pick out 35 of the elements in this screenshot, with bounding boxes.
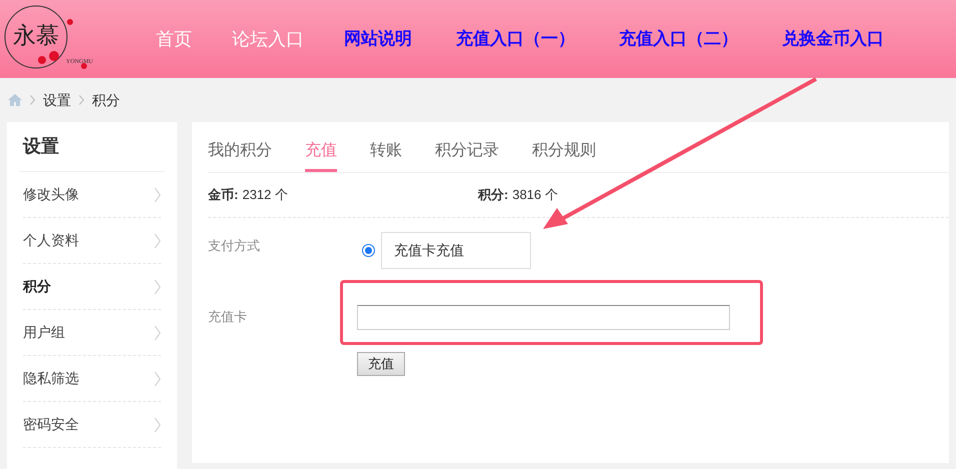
tab[interactable]: 积分记录 bbox=[435, 132, 499, 172]
chevron-icon bbox=[79, 95, 84, 105]
card-input-field[interactable] bbox=[357, 304, 730, 330]
nav-link[interactable]: 充值入口（二） bbox=[619, 26, 738, 52]
sidebar-item[interactable]: 隐私筛选 bbox=[23, 356, 161, 402]
nav-link[interactable]: 兑换金币入口 bbox=[782, 26, 884, 52]
chevron-icon bbox=[154, 278, 161, 294]
sidebar-item[interactable]: 个人资料 bbox=[23, 218, 161, 264]
stat-value: 2312 个 bbox=[242, 186, 288, 204]
field-label: 充值卡 bbox=[208, 308, 248, 326]
chevron-icon bbox=[154, 324, 161, 340]
sidebar-item[interactable]: 密码安全 bbox=[23, 402, 161, 448]
chevron-icon bbox=[154, 232, 161, 248]
sidebar-item[interactable]: 用户组 bbox=[23, 310, 161, 356]
sidebar-item[interactable]: 修改头像 bbox=[23, 172, 161, 218]
chevron-icon bbox=[154, 370, 161, 386]
chevron-icon bbox=[154, 186, 161, 202]
sidebar-title: 设置 bbox=[19, 122, 165, 172]
chevron-icon bbox=[30, 95, 35, 105]
tab[interactable]: 转账 bbox=[370, 132, 402, 172]
breadcrumb-link[interactable]: 设置 bbox=[43, 90, 71, 110]
payment-option[interactable]: 充值卡充值 bbox=[381, 232, 531, 269]
nav-link[interactable]: 充值入口（一） bbox=[456, 26, 575, 52]
tab[interactable]: 积分规则 bbox=[532, 132, 596, 172]
stat-label: 积分: bbox=[478, 186, 508, 204]
sidebar-item[interactable]: 积分 bbox=[23, 264, 161, 310]
radio-button[interactable] bbox=[362, 244, 375, 257]
field-label: 支付方式 bbox=[208, 237, 261, 255]
chevron-icon bbox=[154, 416, 161, 432]
breadcrumb-link[interactable]: 积分 bbox=[92, 90, 120, 110]
tab[interactable]: 我的积分 bbox=[208, 132, 272, 172]
recharge-button[interactable]: 充值 bbox=[357, 352, 405, 376]
stat-label: 金币: bbox=[208, 186, 238, 204]
nav-link[interactable]: 网站说明 bbox=[344, 26, 412, 52]
stat-value: 3816 个 bbox=[512, 186, 558, 204]
